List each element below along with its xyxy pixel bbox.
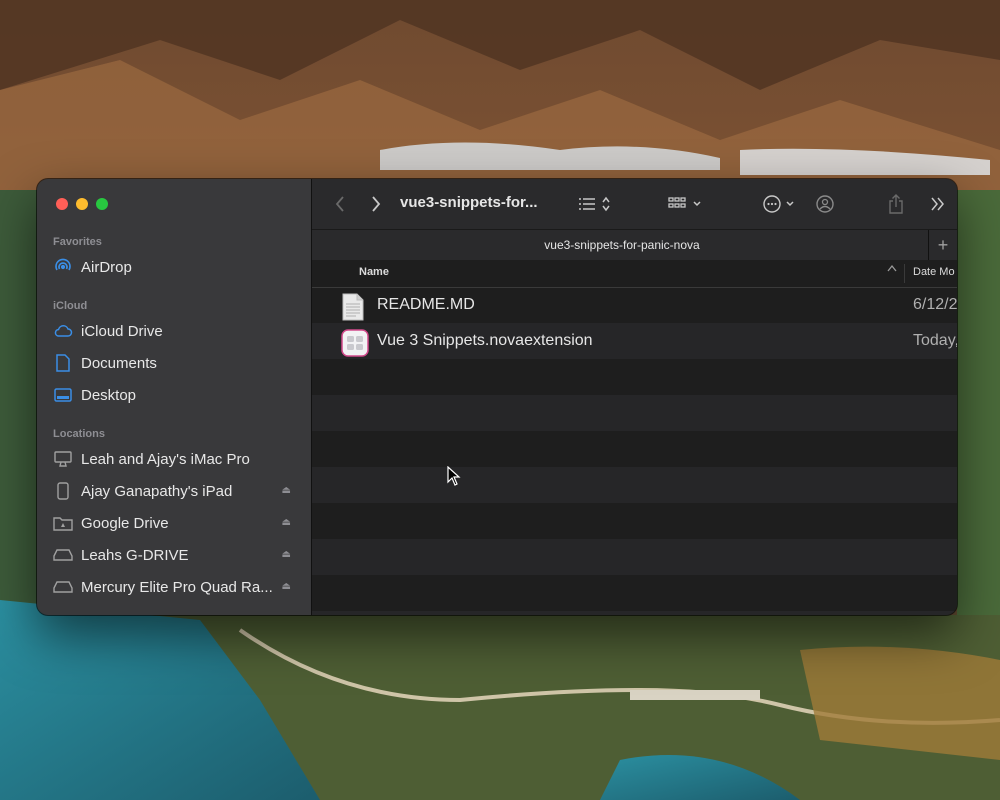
- empty-row: [312, 359, 957, 395]
- text-file-icon: [341, 293, 367, 321]
- sidebar-item-icloud-drive[interactable]: iCloud Drive: [37, 315, 311, 347]
- share-icon: [889, 194, 903, 214]
- action-button[interactable]: [762, 194, 798, 214]
- chevron-left-icon: [335, 196, 344, 212]
- file-row[interactable]: Vue 3 Snippets.novaextension Today,: [312, 323, 957, 359]
- column-header: Name Date Mo: [312, 260, 957, 288]
- sidebar-heading: iCloud: [53, 300, 88, 312]
- sidebar-item-google-drive[interactable]: Google Drive ⏏: [37, 507, 311, 539]
- sidebar-item-documents[interactable]: Documents: [37, 347, 311, 379]
- mouse-pointer-icon: [447, 465, 461, 491]
- minimize-button[interactable]: [76, 198, 88, 210]
- share-person-button[interactable]: [814, 194, 836, 214]
- double-chevron-icon: [931, 197, 944, 211]
- sidebar-item-leahs-g-drive[interactable]: Leahs G-DRIVE ⏏: [37, 539, 311, 571]
- cloud-icon: [53, 321, 73, 341]
- file-browser: vue3-snippets-for... vue3-snippets-for-p…: [312, 179, 957, 615]
- chevron-right-icon: [372, 196, 381, 212]
- person-circle-icon: [816, 195, 834, 213]
- desktop-icon: [53, 385, 73, 405]
- forward-button[interactable]: [366, 194, 386, 214]
- zoom-button[interactable]: [96, 198, 108, 210]
- group-button[interactable]: [667, 194, 707, 214]
- external-drive-icon: [53, 577, 73, 597]
- sidebar-item-label: AirDrop: [81, 258, 132, 276]
- grid-icon: [668, 197, 701, 208]
- file-name: Vue 3 Snippets.novaextension: [377, 332, 593, 349]
- finder-window: Favorites AirDrop iCloud iCloud Drive Do…: [37, 179, 957, 615]
- sidebar-item-label: Leahs G-DRIVE: [81, 546, 189, 564]
- column-name-header[interactable]: Name: [359, 266, 389, 278]
- nova-extension-icon: [341, 329, 369, 357]
- sidebar: Favorites AirDrop iCloud iCloud Drive Do…: [37, 179, 312, 615]
- file-row[interactable]: README.MD 6/12/2: [312, 287, 957, 323]
- sidebar-item-label: Documents: [81, 354, 157, 372]
- file-name: README.MD: [377, 296, 475, 313]
- column-date-header[interactable]: Date Mo: [913, 266, 955, 278]
- list-view-icon: [579, 196, 610, 212]
- sidebar-item-airdrop[interactable]: AirDrop: [37, 251, 311, 283]
- more-toolbar-button[interactable]: [928, 194, 948, 214]
- empty-row: [312, 431, 957, 467]
- empty-row: [312, 575, 957, 611]
- document-icon: [53, 353, 73, 373]
- search-button[interactable]: [956, 194, 957, 214]
- sidebar-item-label: Ajay Ganapathy's iPad: [81, 482, 233, 500]
- eject-icon[interactable]: ⏏: [282, 581, 291, 592]
- sidebar-heading: Locations: [53, 428, 105, 440]
- empty-row: [312, 467, 957, 503]
- sidebar-section-favorites: Favorites AirDrop: [37, 233, 311, 283]
- sidebar-item-desktop[interactable]: Desktop: [37, 379, 311, 411]
- tab-bar: vue3-snippets-for-panic-nova +: [312, 229, 957, 261]
- drive-folder-icon: [53, 513, 73, 533]
- sidebar-item-ipad[interactable]: Ajay Ganapathy's iPad ⏏: [37, 475, 311, 507]
- file-date: Today,: [913, 332, 957, 349]
- file-list: README.MD 6/12/2 Vue 3 Snippets.novaexte…: [312, 287, 957, 615]
- sidebar-item-imac[interactable]: Leah and Ajay's iMac Pro: [37, 443, 311, 475]
- window-title: vue3-snippets-for...: [400, 194, 538, 211]
- back-button[interactable]: [330, 194, 350, 214]
- empty-row: [312, 395, 957, 431]
- external-drive-icon: [53, 545, 73, 565]
- sort-ascending-icon: [887, 264, 897, 275]
- empty-row: [312, 611, 957, 615]
- sidebar-item-label: Leah and Ajay's iMac Pro: [81, 450, 250, 468]
- new-tab-button[interactable]: +: [928, 230, 957, 260]
- sidebar-section-locations: Locations Leah and Ajay's iMac Pro Ajay …: [37, 425, 311, 603]
- airdrop-icon: [53, 257, 73, 277]
- sidebar-item-label: iCloud Drive: [81, 322, 163, 340]
- empty-row: [312, 539, 957, 575]
- file-date: 6/12/2: [913, 296, 957, 313]
- sidebar-section-icloud: iCloud iCloud Drive Documents Desktop: [37, 297, 311, 411]
- eject-icon[interactable]: ⏏: [282, 549, 291, 560]
- empty-row: [312, 503, 957, 539]
- imac-icon: [53, 449, 73, 469]
- view-options-button[interactable]: [577, 194, 617, 214]
- tab-vue3-snippets[interactable]: vue3-snippets-for-panic-nova: [312, 238, 932, 252]
- ellipsis-circle-icon: [763, 195, 794, 213]
- sidebar-item-mercury-elite[interactable]: Mercury Elite Pro Quad Ra... ⏏: [37, 571, 311, 603]
- eject-icon[interactable]: ⏏: [282, 485, 291, 496]
- eject-icon[interactable]: ⏏: [282, 517, 291, 528]
- sidebar-heading: Favorites: [53, 236, 102, 248]
- sidebar-item-label: Mercury Elite Pro Quad Ra...: [81, 578, 273, 596]
- sidebar-item-label: Google Drive: [81, 514, 169, 532]
- toolbar: vue3-snippets-for...: [312, 179, 957, 229]
- ipad-icon: [53, 481, 73, 501]
- share-button[interactable]: [886, 193, 906, 215]
- column-divider[interactable]: [904, 264, 905, 283]
- window-controls: [56, 198, 108, 210]
- close-button[interactable]: [56, 198, 68, 210]
- sidebar-item-label: Desktop: [81, 386, 137, 404]
